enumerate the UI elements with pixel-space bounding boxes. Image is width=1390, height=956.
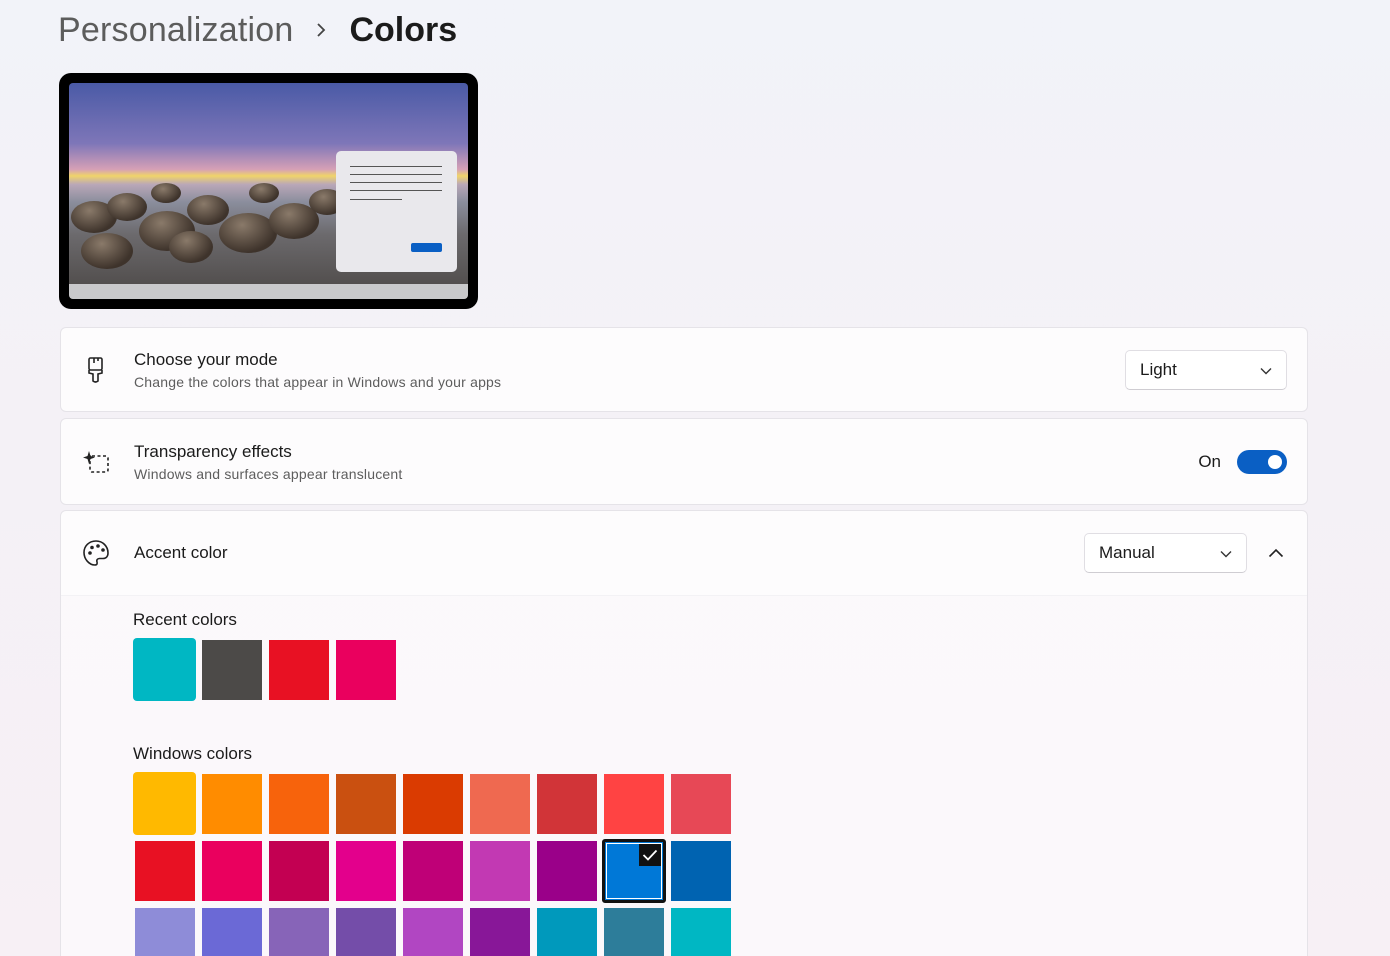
transparency-title: Transparency effects xyxy=(134,441,292,461)
accent-dropdown-value: Manual xyxy=(1099,543,1155,562)
transparency-card: Transparency effects Windows and surface… xyxy=(60,418,1308,505)
mode-card: Choose your mode Change the colors that … xyxy=(60,327,1308,412)
windows-color-swatch[interactable] xyxy=(135,841,195,901)
chevron-right-icon xyxy=(293,22,349,38)
windows-color-swatch[interactable] xyxy=(470,841,530,901)
windows-color-swatch[interactable] xyxy=(537,908,597,956)
windows-color-swatch[interactable] xyxy=(202,774,262,834)
windows-color-swatch[interactable] xyxy=(336,774,396,834)
palette-icon xyxy=(81,538,111,568)
taskbar-preview xyxy=(69,284,468,299)
transparency-subtitle: Windows and surfaces appear translucent xyxy=(134,465,403,482)
mode-title: Choose your mode xyxy=(134,349,278,369)
windows-colors-label: Windows colors xyxy=(133,744,253,763)
transparency-state-label: On xyxy=(1198,451,1221,471)
windows-color-swatch[interactable] xyxy=(403,774,463,834)
breadcrumb-personalization[interactable]: Personalization xyxy=(58,11,293,50)
page-title: Colors xyxy=(349,10,458,49)
transparency-toggle[interactable] xyxy=(1237,449,1287,474)
collapse-chevron-up-icon[interactable] xyxy=(1265,548,1287,558)
wallpaper-preview-image xyxy=(69,83,468,299)
recent-color-swatch[interactable] xyxy=(133,638,196,701)
mode-dropdown[interactable]: Light xyxy=(1125,349,1287,390)
mini-window-preview xyxy=(336,151,457,272)
theme-preview xyxy=(59,73,478,309)
toggle-knob xyxy=(1268,454,1282,469)
windows-color-swatch[interactable] xyxy=(537,841,597,901)
windows-color-swatch[interactable] xyxy=(336,841,396,901)
recent-colors-label: Recent colors xyxy=(133,610,237,629)
transparency-icon xyxy=(81,447,111,477)
chevron-down-icon xyxy=(1220,543,1232,563)
windows-color-swatch[interactable] xyxy=(135,908,195,956)
windows-color-swatch[interactable] xyxy=(202,841,262,901)
windows-color-swatch[interactable] xyxy=(269,774,329,834)
windows-color-swatch[interactable] xyxy=(470,908,530,956)
windows-color-swatch[interactable] xyxy=(470,774,530,834)
windows-color-swatch[interactable] xyxy=(537,774,597,834)
accent-dropdown[interactable]: Manual xyxy=(1084,533,1247,573)
windows-color-swatch[interactable] xyxy=(269,841,329,901)
recent-color-swatch[interactable] xyxy=(269,640,329,700)
selected-color-swatch[interactable] xyxy=(602,839,666,903)
recent-color-swatch[interactable] xyxy=(336,640,396,700)
chevron-down-icon xyxy=(1260,360,1272,380)
accent-title: Accent color xyxy=(134,543,228,562)
windows-color-swatch[interactable] xyxy=(336,908,396,956)
windows-color-swatch[interactable] xyxy=(269,908,329,956)
windows-color-swatch[interactable] xyxy=(671,841,731,901)
windows-color-swatch[interactable] xyxy=(671,774,731,834)
windows-color-swatch[interactable] xyxy=(403,841,463,901)
checkmark-icon xyxy=(639,844,661,866)
windows-color-swatch[interactable] xyxy=(671,908,731,956)
recent-color-swatch[interactable] xyxy=(202,640,262,700)
windows-color-swatch[interactable] xyxy=(133,772,196,835)
windows-color-swatch[interactable] xyxy=(202,908,262,956)
accent-card[interactable]: Accent color Manual xyxy=(60,510,1308,596)
breadcrumb: Personalization Colors xyxy=(58,8,457,52)
windows-color-swatch[interactable] xyxy=(604,908,664,956)
windows-color-swatch[interactable] xyxy=(604,774,664,834)
windows-color-swatch[interactable] xyxy=(403,908,463,956)
mode-dropdown-value: Light xyxy=(1140,359,1177,379)
mode-subtitle: Change the colors that appear in Windows… xyxy=(134,373,502,390)
paintbrush-icon xyxy=(81,355,111,385)
